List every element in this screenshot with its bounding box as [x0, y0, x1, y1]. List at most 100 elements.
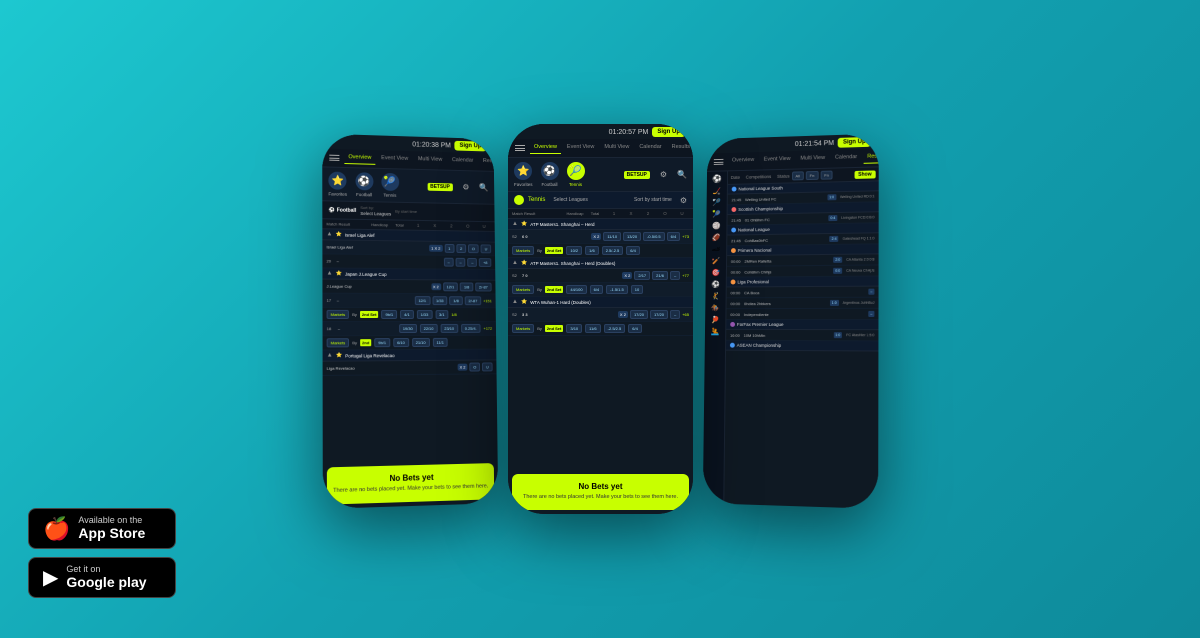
center-period-1[interactable]: 2nd Set	[544, 247, 562, 254]
center-tab-calendar[interactable]: Calendar	[635, 142, 665, 154]
center-atp-2-odds-2[interactable]: 21/6	[652, 271, 668, 280]
left-period-odds-2[interactable]: 4/1	[400, 310, 414, 319]
center-p1-d[interactable]: 6/4	[626, 246, 640, 255]
right-filter-fn[interactable]: Fn	[805, 171, 818, 180]
right-sport-auto[interactable]: 🏎	[711, 245, 720, 253]
right-sport-ice[interactable]: 🏒	[712, 187, 720, 195]
left-m2-b[interactable]: 22/10	[419, 324, 437, 333]
left-period-odds-1[interactable]: 9b/1	[381, 310, 397, 319]
right-sport-water-polo[interactable]: 🤽	[710, 328, 719, 336]
left-odds-o[interactable]: O	[467, 244, 478, 253]
left-tab-overview[interactable]: Overview	[344, 152, 375, 165]
left-football[interactable]: ⚽ Football	[354, 172, 372, 197]
center-tennis[interactable]: 🎾 Tennis	[566, 162, 584, 187]
center-favorites[interactable]: ⭐ Favorites	[514, 162, 533, 187]
left-tab-multi[interactable]: Multi View	[414, 154, 446, 167]
left-period-odds-3[interactable]: 1/33	[416, 310, 432, 319]
right-sport-table-tennis[interactable]: 🏓	[710, 316, 719, 324]
right-sport-tennis[interactable]: 🎾	[712, 210, 720, 218]
center-period-2[interactable]: 2nd Set	[544, 286, 562, 293]
center-star-2[interactable]: ⭐	[520, 260, 526, 266]
center-tab-overview[interactable]: Overview	[530, 142, 561, 154]
center-expand-1[interactable]: ▲	[512, 221, 518, 227]
center-expand-2[interactable]: ▲	[512, 260, 518, 266]
center-wta-odds-2[interactable]: 17/20	[649, 310, 667, 319]
left-port-odds-1[interactable]: O	[469, 363, 480, 372]
left-tab-results[interactable]: Results	[479, 156, 498, 168]
right-sport-futsal[interactable]: ⚽	[711, 281, 719, 289]
left-tennis[interactable]: 🎾 Tennis	[380, 173, 398, 198]
left-jp-odds-3[interactable]: 2/-87	[475, 283, 492, 292]
right-show-btn[interactable]: Show	[854, 170, 876, 178]
left-jp-a[interactable]: 12/1	[414, 296, 430, 305]
center-p1-a[interactable]: 10/2	[566, 246, 582, 255]
left-tab-event[interactable]: Event View	[377, 153, 412, 166]
left-period-tag[interactable]: 2nd Set	[359, 311, 378, 318]
right-tab-results[interactable]: Results	[863, 151, 879, 164]
left-pr-d[interactable]: 11/1	[432, 338, 447, 347]
left-expand-1[interactable]: ▲	[326, 231, 332, 237]
left-settings-icon[interactable]: ⚙	[462, 183, 469, 192]
right-sport-football[interactable]: ⚽	[712, 174, 722, 183]
center-period-3[interactable]: 2nd Set	[544, 325, 562, 332]
left-odds-2a[interactable]: –	[443, 258, 453, 267]
right-sport-cricket[interactable]: 🏏	[711, 257, 719, 265]
center-star-3[interactable]: ⭐	[520, 299, 526, 305]
center-wta-odds-3[interactable]: –	[669, 310, 679, 319]
left-jp-odds-1[interactable]: 12/1	[442, 282, 457, 291]
center-expand-3[interactable]: ▲	[512, 299, 518, 305]
right-hamburger[interactable]	[710, 156, 725, 168]
center-tab-multi[interactable]: Multi View	[600, 142, 633, 154]
left-jp-odds-2[interactable]: 1/8	[459, 282, 472, 291]
left-expand-2[interactable]: ▲	[326, 271, 332, 277]
center-atp-1-odds-1[interactable]: 11/10	[603, 232, 621, 241]
right-sport-horse[interactable]: 🏇	[711, 304, 719, 312]
center-tab-results[interactable]: Results	[667, 142, 692, 154]
left-odds-1[interactable]: 1	[444, 244, 454, 253]
left-m2-c[interactable]: 23/10	[440, 324, 458, 333]
center-betsup[interactable]: BETSUP	[623, 171, 649, 179]
left-pr-b[interactable]: 6/10	[393, 338, 409, 347]
left-hamburger[interactable]	[326, 152, 342, 164]
left-odds-2c[interactable]: –	[467, 258, 477, 267]
center-wta-odds-1[interactable]: 17/20	[629, 310, 647, 319]
left-jp-b[interactable]: 1/33	[432, 296, 448, 305]
center-atp-2-odds-3[interactable]: –	[669, 271, 679, 280]
googleplay-badge[interactable]: ▶ Get it on Google play	[28, 557, 176, 598]
right-tab-multi[interactable]: Multi View	[796, 153, 829, 166]
left-jp-d[interactable]: 2/-87	[464, 296, 481, 305]
left-m2-a[interactable]: 19/30	[398, 324, 416, 333]
left-odds-u[interactable]: U	[480, 244, 491, 253]
center-p2-b[interactable]: 6/4	[589, 285, 603, 294]
left-odds-2b[interactable]: –	[455, 258, 465, 267]
center-markets-1[interactable]: Markets	[512, 246, 534, 255]
right-tab-event[interactable]: Event View	[759, 154, 794, 167]
left-markets-btn-2[interactable]: Markets	[326, 338, 349, 347]
center-search-icon[interactable]: 🔍	[677, 170, 687, 179]
right-filter-all[interactable]: All	[791, 171, 803, 180]
center-select-leagues[interactable]: Select Leagues	[553, 197, 587, 203]
left-sport-filter[interactable]: ⚽ Football	[328, 207, 356, 214]
center-p3-c[interactable]: -2.5/2.5	[603, 324, 625, 333]
left-period-tag-2[interactable]: 2nd	[360, 339, 371, 346]
center-settings-icon[interactable]: ⚙	[659, 170, 666, 179]
left-tab-calendar[interactable]: Calendar	[448, 155, 477, 167]
center-p1-c[interactable]: 2.5/-2.5	[601, 246, 623, 255]
left-betsup[interactable]: BETSUP	[427, 182, 453, 190]
center-atp-1-odds-3[interactable]: -0.5/0.5	[643, 232, 665, 241]
left-period-odds-4[interactable]: 3/1	[435, 310, 448, 319]
left-signup[interactable]: Sign Up	[454, 141, 485, 152]
left-odds-2d[interactable]: +8	[479, 258, 491, 267]
left-m2-d[interactable]: 0.25/4.	[460, 324, 480, 333]
left-pr-a[interactable]: 9b/1	[374, 338, 390, 347]
center-football[interactable]: ⚽ Football	[540, 162, 558, 187]
left-favorites[interactable]: ⭐ Favorites	[328, 172, 347, 197]
center-filter-icon[interactable]: ⚙	[679, 196, 686, 205]
center-tab-event[interactable]: Event View	[562, 142, 597, 154]
center-hamburger[interactable]	[512, 142, 528, 154]
left-sort-value[interactable]: Select Leagues	[360, 211, 391, 217]
center-p2-d[interactable]: 10	[630, 285, 642, 294]
center-atp-2-odds-1[interactable]: 2/17	[634, 271, 650, 280]
center-p1-b[interactable]: 1/6	[585, 246, 599, 255]
right-tab-overview[interactable]: Overview	[728, 155, 758, 167]
